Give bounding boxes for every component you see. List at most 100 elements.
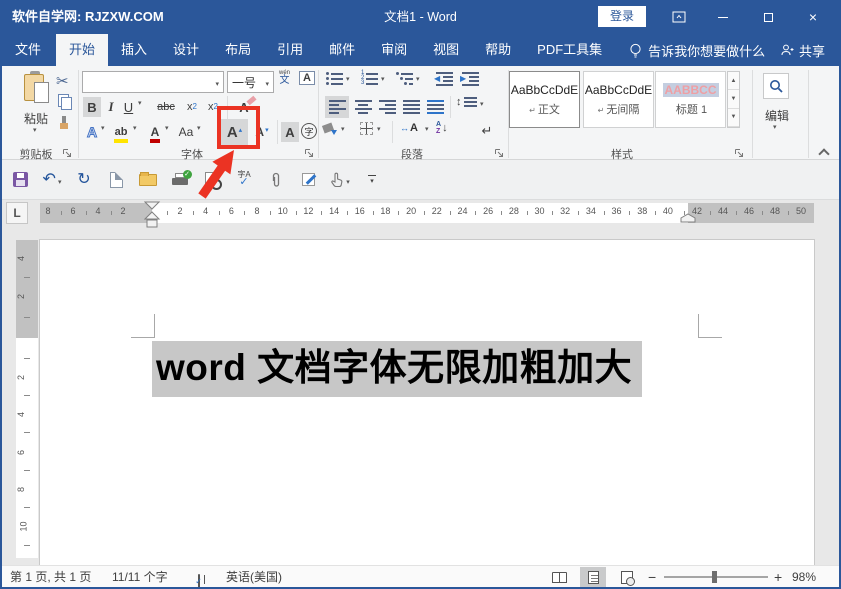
zoom-out-button[interactable]: − <box>648 566 656 588</box>
bold-button[interactable]: B <box>83 97 101 117</box>
font-color-dropdown[interactable] <box>165 124 169 132</box>
proofing-status[interactable] <box>198 571 200 589</box>
justify-button[interactable] <box>399 96 423 118</box>
styles-gallery-more[interactable]: ▼ <box>728 109 739 127</box>
new-document-button[interactable] <box>106 167 126 193</box>
styles-scroll-down[interactable]: ▼ <box>728 90 739 108</box>
format-painter-button[interactable] <box>58 116 70 130</box>
page-indicator[interactable]: 第 1 页, 共 1 页 <box>10 566 91 588</box>
style-card-heading1[interactable]: AABBCC 标题 1 <box>655 71 726 128</box>
align-left-button[interactable] <box>325 96 349 118</box>
clipboard-dialog-launcher[interactable] <box>62 148 72 158</box>
styles-gallery-scrollbar[interactable]: ▲ ▼ ▼ <box>727 71 740 128</box>
align-right-button[interactable] <box>375 96 399 118</box>
tab-7[interactable]: 审阅 <box>368 34 420 66</box>
tab-6[interactable]: 邮件 <box>316 34 368 66</box>
document-page[interactable]: word 文档字体无限加粗加大 <box>40 240 814 565</box>
text-effects-button[interactable]: A <box>84 121 100 143</box>
quick-edit-button[interactable] <box>298 167 318 193</box>
line-spacing-button[interactable]: ↕ <box>456 96 477 108</box>
copy-button[interactable] <box>58 94 71 109</box>
language-indicator[interactable]: 英语(美国) <box>226 566 282 588</box>
sort-button[interactable]: AZ↓ <box>436 121 448 135</box>
collapse-ribbon-button[interactable] <box>818 148 829 159</box>
tell-me-box[interactable]: 告诉我你想要做什么 <box>629 34 765 66</box>
bullets-dropdown[interactable] <box>346 75 350 83</box>
word-count[interactable]: 11/11 个字 <box>112 566 168 588</box>
increase-indent-button[interactable]: ▶ <box>462 72 481 86</box>
asian-layout-dropdown[interactable] <box>425 125 429 133</box>
font-name-dropdown[interactable] <box>215 75 219 89</box>
underline-dropdown[interactable] <box>138 99 142 107</box>
tab-9[interactable]: 帮助 <box>472 34 524 66</box>
enclose-characters-button[interactable]: 字 <box>301 123 317 139</box>
font-size-combobox[interactable]: 一号 <box>227 71 274 93</box>
text-highlight-dropdown[interactable] <box>133 124 137 132</box>
ribbon-display-options-button[interactable] <box>662 0 696 34</box>
numbering-button[interactable]: 123 <box>361 72 378 85</box>
italic-button[interactable]: I <box>104 97 118 117</box>
borders-dropdown[interactable] <box>377 125 381 133</box>
right-indent-marker[interactable] <box>680 213 696 223</box>
align-center-button[interactable] <box>351 96 375 118</box>
read-mode-button[interactable] <box>546 567 572 587</box>
cut-button[interactable]: ✂ <box>56 72 69 90</box>
quick-print-button[interactable]: ✓ <box>170 167 190 193</box>
tab-8[interactable]: 视图 <box>420 34 472 66</box>
share-button[interactable]: 共享 <box>780 34 841 66</box>
style-card-no-spacing[interactable]: AaBbCcDdE ↵无间隔 <box>583 71 654 128</box>
bullets-button[interactable] <box>326 72 343 85</box>
tab-5[interactable]: 引用 <box>264 34 316 66</box>
web-layout-button[interactable] <box>614 567 640 587</box>
font-dialog-launcher[interactable] <box>304 148 314 158</box>
open-button[interactable] <box>138 167 158 193</box>
multilevel-list-button[interactable] <box>396 72 413 85</box>
maximize-button[interactable] <box>751 0 785 34</box>
shading-dropdown[interactable] <box>341 125 345 133</box>
print-preview-button[interactable] <box>202 167 222 193</box>
zoom-slider[interactable] <box>664 576 768 578</box>
paste-dropdown[interactable] <box>33 126 37 134</box>
tab-file[interactable]: 文件 <box>0 34 56 66</box>
tab-3[interactable]: 设计 <box>160 34 212 66</box>
touch-mouse-mode-button[interactable] <box>330 167 350 193</box>
zoom-level[interactable]: 98% <box>792 566 816 588</box>
styles-scroll-up[interactable]: ▲ <box>728 72 739 90</box>
underline-button[interactable]: U <box>121 97 136 117</box>
shading-button[interactable] <box>322 122 337 135</box>
editing-dropdown[interactable] <box>773 123 777 131</box>
multilevel-list-dropdown[interactable] <box>416 75 420 83</box>
strikethrough-button[interactable]: abc <box>153 97 179 117</box>
paste-button[interactable] <box>22 71 52 107</box>
numbering-dropdown[interactable] <box>381 75 385 83</box>
customize-qat-button[interactable] <box>362 167 382 193</box>
editing-button[interactable] <box>763 73 789 99</box>
font-name-combobox[interactable] <box>82 71 224 93</box>
font-size-dropdown[interactable] <box>265 75 269 89</box>
tab-4[interactable]: 布局 <box>212 34 264 66</box>
close-button[interactable]: × <box>796 0 830 34</box>
attachment-button[interactable] <box>266 167 286 193</box>
tab-stop-selector[interactable]: L <box>6 202 28 224</box>
change-case-button[interactable]: Aa <box>176 121 196 143</box>
show-hide-marks-button[interactable]: ↵ <box>478 121 496 141</box>
tab-1[interactable]: 开始 <box>56 34 108 66</box>
distribute-button[interactable] <box>423 96 447 118</box>
subscript-button[interactable]: x2 <box>183 97 201 117</box>
text-effects-dropdown[interactable] <box>101 124 105 132</box>
zoom-slider-thumb[interactable] <box>712 571 717 583</box>
print-layout-button[interactable] <box>580 567 606 587</box>
character-border-button[interactable]: A <box>299 71 315 85</box>
style-card-normal[interactable]: AaBbCcDdE ↵正文 <box>509 71 580 128</box>
decrease-indent-button[interactable]: ◀ <box>436 72 455 86</box>
zoom-in-button[interactable]: + <box>774 566 782 588</box>
minimize-button[interactable] <box>706 0 740 34</box>
spelling-grammar-button[interactable]: 字A✓ <box>234 167 254 193</box>
font-color-button[interactable]: A <box>146 121 164 143</box>
styles-dialog-launcher[interactable] <box>734 148 744 158</box>
character-shading-button[interactable]: A <box>281 122 299 142</box>
line-spacing-dropdown[interactable] <box>480 100 484 108</box>
save-button[interactable] <box>10 167 30 193</box>
tab-2[interactable]: 插入 <box>108 34 160 66</box>
change-case-dropdown[interactable] <box>197 124 201 132</box>
